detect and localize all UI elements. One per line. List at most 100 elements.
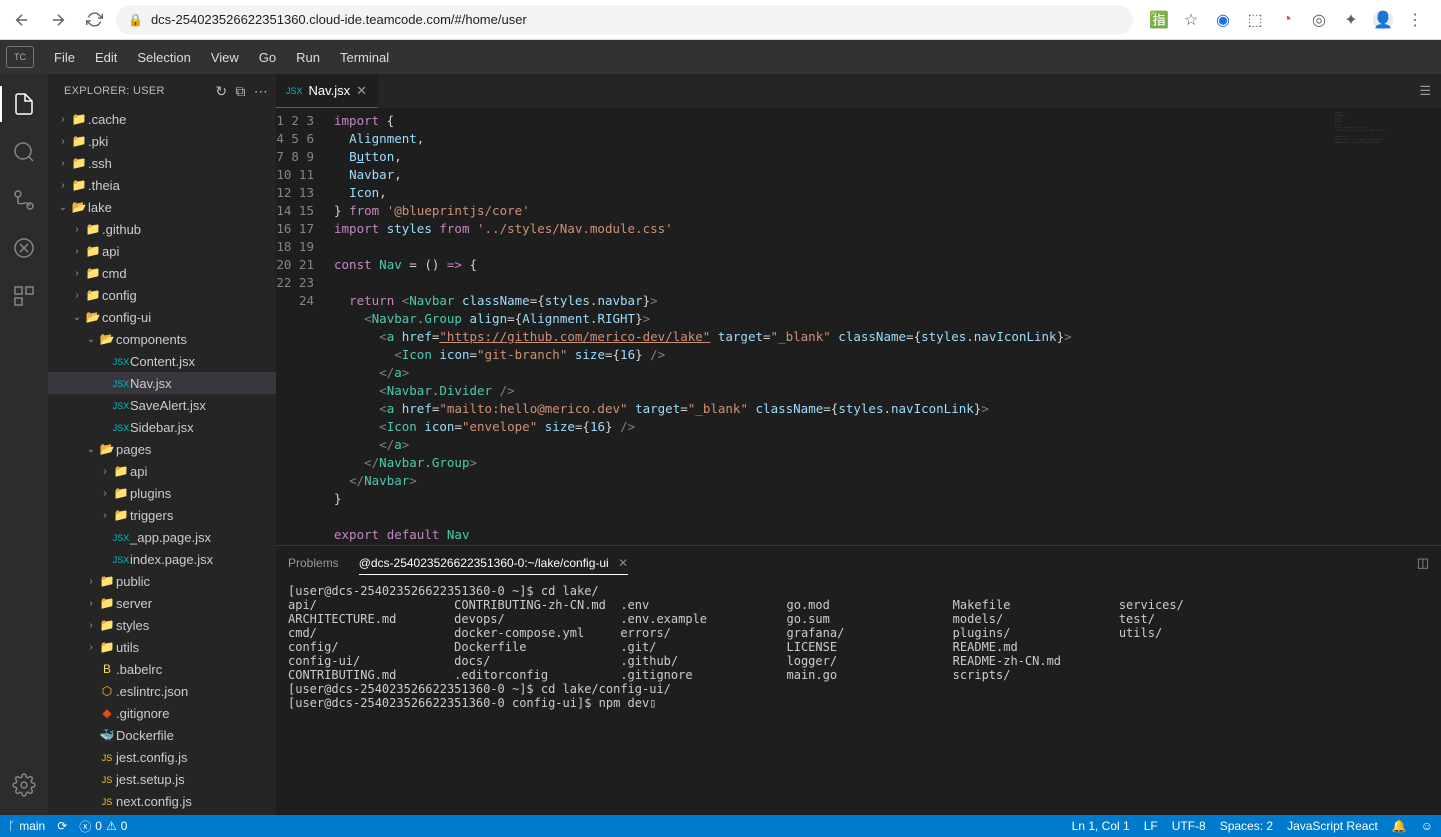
folder-item[interactable]: ›📁.cache: [48, 108, 276, 130]
encoding-indicator[interactable]: UTF-8: [1172, 819, 1206, 833]
panel-tabs: Problems @dcs-254023526622351360-0:~/lak…: [276, 546, 1441, 580]
jsx-icon: JSX: [286, 86, 303, 96]
sync-icon[interactable]: ⟳: [57, 819, 67, 833]
feedback-icon[interactable]: ☺: [1421, 819, 1433, 833]
close-icon[interactable]: ✕: [356, 83, 367, 99]
file-tree[interactable]: ›📁.cache›📁.pki›📁.ssh›📁.theia⌄📂lake›📁.git…: [48, 108, 276, 815]
explorer-activity[interactable]: [0, 82, 48, 126]
app-logo: TC: [6, 46, 34, 68]
collapse-icon[interactable]: ⧉: [235, 83, 245, 100]
folder-item[interactable]: ›📁plugins: [48, 482, 276, 504]
tree-label: triggers: [130, 508, 173, 523]
file-item[interactable]: JSXContent.jsx: [48, 350, 276, 372]
folder-item[interactable]: ›📁styles: [48, 614, 276, 636]
tree-label: Nav.jsx: [130, 376, 172, 391]
folder-item[interactable]: ⌄📂config-ui: [48, 306, 276, 328]
file-item[interactable]: JSjest.config.js: [48, 746, 276, 768]
debug-activity[interactable]: [0, 226, 48, 270]
menu-go[interactable]: Go: [249, 46, 286, 69]
more-icon[interactable]: ⋯: [254, 83, 268, 100]
refresh-icon[interactable]: ↻: [215, 83, 227, 100]
file-item[interactable]: JSjest.setup.js: [48, 768, 276, 790]
folder-item[interactable]: ⌄📂lake: [48, 196, 276, 218]
translate-icon[interactable]: 🈯: [1149, 10, 1169, 30]
file-item[interactable]: B.babelrc: [48, 658, 276, 680]
branch-indicator[interactable]: ᚴ main: [8, 819, 45, 833]
menu-run[interactable]: Run: [286, 46, 330, 69]
minimap[interactable]: import {Alignment,Button,Navbar,Icon,} f…: [1331, 108, 1441, 545]
ext-icon-4[interactable]: ◎: [1309, 10, 1329, 30]
code-editor[interactable]: 1 2 3 4 5 6 7 8 9 10 11 12 13 14 15 16 1…: [276, 108, 1441, 545]
menu-terminal[interactable]: Terminal: [330, 46, 399, 69]
explorer-sidebar: EXPLORER: USER ↻ ⧉ ⋯ ›📁.cache›📁.pki›📁.ss…: [48, 74, 276, 815]
folder-item[interactable]: ›📁.ssh: [48, 152, 276, 174]
sidebar-header: EXPLORER: USER ↻ ⧉ ⋯: [48, 74, 276, 108]
folder-item[interactable]: ›📁triggers: [48, 504, 276, 526]
star-icon[interactable]: ☆: [1181, 10, 1201, 30]
file-item[interactable]: 🐳Dockerfile: [48, 724, 276, 746]
problems-tab[interactable]: Problems: [288, 552, 339, 574]
menu-file[interactable]: File: [44, 46, 85, 69]
ext-icon-2[interactable]: ⬚: [1245, 10, 1265, 30]
extensions-activity[interactable]: [0, 274, 48, 318]
folder-item[interactable]: ›📁config: [48, 284, 276, 306]
split-panel-icon[interactable]: ◫: [1417, 555, 1429, 571]
folder-item[interactable]: ›📁utils: [48, 636, 276, 658]
sidebar-title: EXPLORER: USER: [64, 85, 215, 97]
folder-item[interactable]: ›📁api: [48, 460, 276, 482]
line-gutter: 1 2 3 4 5 6 7 8 9 10 11 12 13 14 15 16 1…: [276, 108, 326, 545]
eol-indicator[interactable]: LF: [1144, 819, 1158, 833]
scm-activity[interactable]: [0, 178, 48, 222]
extensions-icon[interactable]: ✦: [1341, 10, 1361, 30]
folder-item[interactable]: ›📁cmd: [48, 262, 276, 284]
search-activity[interactable]: [0, 130, 48, 174]
tree-label: server: [116, 596, 152, 611]
forward-button[interactable]: [44, 6, 72, 34]
terminal-tab[interactable]: @dcs-254023526622351360-0:~/lake/config-…: [359, 552, 628, 575]
file-item[interactable]: JSXSidebar.jsx: [48, 416, 276, 438]
folder-item[interactable]: ›📁.pki: [48, 130, 276, 152]
tree-label: components: [116, 332, 187, 347]
folder-item[interactable]: ›📁.github: [48, 218, 276, 240]
menu-edit[interactable]: Edit: [85, 46, 127, 69]
folder-item[interactable]: ⌄📂components: [48, 328, 276, 350]
menu-selection[interactable]: Selection: [127, 46, 200, 69]
file-item[interactable]: JSX_app.page.jsx: [48, 526, 276, 548]
ext-icon-3[interactable]: ◔: [1277, 10, 1297, 30]
folder-item[interactable]: ›📁api: [48, 240, 276, 262]
reload-button[interactable]: [80, 6, 108, 34]
cursor-position[interactable]: Ln 1, Col 1: [1072, 819, 1130, 833]
folder-item[interactable]: ›📁.theia: [48, 174, 276, 196]
list-icon[interactable]: ☰: [1419, 83, 1431, 99]
file-item[interactable]: ⬡.eslintrc.json: [48, 680, 276, 702]
errors-indicator[interactable]: ⓧ 0 ⚠ 0: [79, 818, 127, 835]
indent-indicator[interactable]: Spaces: 2: [1220, 819, 1273, 833]
language-indicator[interactable]: JavaScript React: [1287, 819, 1378, 833]
status-bar: ᚴ main ⟳ ⓧ 0 ⚠ 0 Ln 1, Col 1 LF UTF-8 Sp…: [0, 815, 1441, 837]
menubar: TC FileEditSelectionViewGoRunTerminal: [0, 40, 1441, 74]
file-item[interactable]: JSXSaveAlert.jsx: [48, 394, 276, 416]
back-button[interactable]: [8, 6, 36, 34]
folder-item[interactable]: ⌄📂pages: [48, 438, 276, 460]
folder-item[interactable]: ›📁public: [48, 570, 276, 592]
menu-view[interactable]: View: [201, 46, 249, 69]
profile-icon[interactable]: 👤: [1373, 10, 1393, 30]
bell-icon[interactable]: 🔔: [1392, 819, 1407, 833]
ext-icon-1[interactable]: ◉: [1213, 10, 1233, 30]
file-item[interactable]: JSXindex.page.jsx: [48, 548, 276, 570]
url-bar[interactable]: 🔒 dcs-254023526622351360.cloud-ide.teamc…: [116, 5, 1133, 35]
editor-tab[interactable]: JSX Nav.jsx ✕: [276, 74, 378, 108]
file-item[interactable]: JSnext.config.js: [48, 790, 276, 812]
settings-activity[interactable]: [0, 763, 48, 807]
menu-icon[interactable]: ⋮: [1405, 10, 1425, 30]
close-icon[interactable]: ✕: [618, 556, 628, 570]
code-content[interactable]: import { Alignment, Button, Navbar, Icon…: [326, 108, 1441, 545]
editor-area: JSX Nav.jsx ✕ ☰ 1 2 3 4 5 6 7 8 9 10 11 …: [276, 74, 1441, 815]
tree-label: styles: [116, 618, 149, 633]
file-item[interactable]: JSXNav.jsx: [48, 372, 276, 394]
folder-item[interactable]: ›📁server: [48, 592, 276, 614]
file-item[interactable]: ◆.gitignore: [48, 702, 276, 724]
terminal-output[interactable]: [user@dcs-254023526622351360-0 ~]$ cd la…: [276, 580, 1441, 815]
tree-label: SaveAlert.jsx: [130, 398, 206, 413]
browser-extensions: 🈯 ☆ ◉ ⬚ ◔ ◎ ✦ 👤 ⋮: [1141, 10, 1433, 30]
